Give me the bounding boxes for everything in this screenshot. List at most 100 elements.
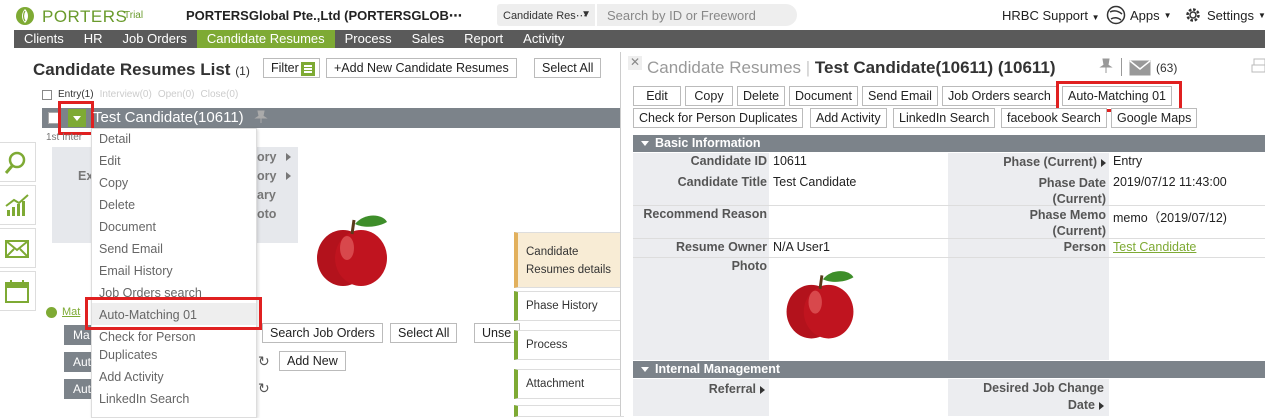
sidebar-search-item[interactable] [0,142,36,182]
nav-candidate-resumes[interactable]: Candidate Resumes [196,30,335,48]
porters-logo-icon [16,7,34,25]
menu-item-check-duplicates-line2[interactable]: Duplicates [99,348,157,362]
menu-item-linkedin-search[interactable]: LinkedIn Search [99,392,189,406]
google-maps-button[interactable]: Google Maps [1111,108,1198,128]
mail-icon[interactable] [1129,60,1151,76]
menu-item-edit[interactable]: Edit [99,154,121,168]
tab-process[interactable]: Process [514,330,624,360]
sidebar-chart-item[interactable] [0,185,36,225]
filter-button[interactable]: Filter [263,58,320,78]
tab-candidate-resumes-details[interactable]: Candidate Resumes details [514,232,624,288]
chevron-down-icon: ▼ [1163,10,1172,20]
menu-item-document[interactable]: Document [99,220,156,234]
delete-button[interactable]: Delete [737,86,786,106]
phase-tab-entry[interactable]: Entry(1) [58,89,94,100]
search-type-select[interactable]: Candidate Res⋯ ▼ [497,4,595,26]
tab-attachment[interactable]: Attachment [514,369,624,399]
apple-photo [786,271,854,339]
edit-button[interactable]: Edit [633,86,681,106]
row-action-menu: Detail Edit Copy Delete Document Send Em… [91,128,257,418]
pin-icon[interactable] [254,110,268,124]
checkbox-icon[interactable] [42,89,52,100]
phase-current-label[interactable]: Phase (Current) [948,155,1106,169]
internal-management-section[interactable]: Internal Management [633,361,1265,378]
menu-item-check-duplicates[interactable]: Check for Person [99,330,196,344]
refresh-icon[interactable]: ↻ [258,380,270,397]
menu-item-detail[interactable]: Detail [99,132,131,146]
trial-badge: Trial [124,10,144,21]
caret-right-icon [286,153,291,161]
resume-owner-label: Resume Owner [675,240,767,254]
caret-right-icon [1099,401,1104,410]
match-section-toggle[interactable]: Mat [46,306,80,318]
row-label: Ma [73,328,90,342]
select-all-button-2[interactable]: Select All [390,323,458,343]
sidebar-calendar-item[interactable] [0,271,36,311]
desired-job-change-label[interactable]: Desired Job Change Date [948,380,1104,414]
nav-activity[interactable]: Activity [513,30,574,48]
menu-item-add-activity[interactable]: Add Activity [99,370,164,384]
menu-item-email-history[interactable]: Email History [99,264,173,278]
phase-tabs: Entry(1) Interview(0) Open(0) Close(0) [42,89,238,100]
phase-tab-interview[interactable]: Interview(0) [100,89,152,100]
settings-menu[interactable]: Settings ▼ [1183,5,1265,25]
phase-date-value: 2019/07/12 11:43:00 [1113,175,1227,189]
candidate-name-link[interactable]: Test Candidate(10611) [93,109,244,126]
nav-job-orders[interactable]: Job Orders [113,30,197,48]
phase-date-label: Phase Date (Current) [948,175,1106,207]
apps-menu[interactable]: Apps ▼ [1106,5,1172,25]
menu-item-send-email[interactable]: Send Email [99,242,163,256]
phase-date-label-line1: Phase Date [1038,176,1106,190]
nav-report[interactable]: Report [454,30,513,48]
person-link[interactable]: Test Candidate [1113,240,1196,254]
check-duplicates-button[interactable]: Check for Person Duplicates [633,108,804,128]
nav-hr[interactable]: HR [74,30,113,48]
phase-tab-close[interactable]: Close(0) [201,89,239,100]
nav-clients[interactable]: Clients [14,30,74,48]
add-new-candidate-resumes-button[interactable]: +Add New Candidate Resumes [326,58,517,78]
mail-icon [5,240,29,258]
menu-item-copy[interactable]: Copy [99,176,128,190]
basic-information-section[interactable]: Basic Information [633,135,1265,152]
panel-title-prefix: Candidate Resumes [647,58,802,77]
resume-owner-value: N/A User1 [773,240,830,254]
copy-button[interactable]: Copy [685,86,733,106]
search-job-orders-button[interactable]: Search Job Orders [262,323,383,343]
phase-memo-value: memo（2019/07/12) [1113,211,1227,225]
linkedin-search-button[interactable]: LinkedIn Search [893,108,996,128]
row-label: Aut [73,382,92,396]
send-email-button[interactable]: Send Email [862,86,938,106]
sidebar-mail-item[interactable] [0,228,36,268]
search-input[interactable] [597,4,797,26]
close-icon[interactable]: ✕ [628,56,642,70]
hrbc-support-menu[interactable]: HRBC Support ▼ [1002,8,1100,23]
refresh-icon[interactable]: ↻ [258,353,270,370]
tab-more[interactable] [514,405,624,417]
select-all-button[interactable]: Select All [534,58,602,78]
candidate-id-value: 10611 [773,154,807,168]
caret-right-icon [1101,158,1106,167]
phase-date-label-line2: (Current) [1052,192,1106,206]
menu-item-delete[interactable]: Delete [99,198,135,212]
person-label: Person [1063,240,1106,254]
highlight-box [85,297,262,330]
globe-icon [1106,5,1126,25]
app-logo-text[interactable]: PORTERS [42,7,127,27]
referral-label[interactable]: Referral [633,382,765,396]
phase-tab-open[interactable]: Open(0) [158,89,195,100]
nav-process[interactable]: Process [335,30,402,48]
company-name[interactable]: PORTERSGlobal Pte.,Ltd (PORTERSGLOB⋯ [186,8,462,24]
document-button[interactable]: Document [789,86,858,106]
facebook-search-button[interactable]: facebook Search [1001,108,1107,128]
chevron-down-circle-icon [46,306,57,318]
add-activity-button[interactable]: Add Activity [810,108,887,128]
job-orders-search-button[interactable]: Job Orders search [942,86,1057,106]
pin-icon[interactable] [1098,58,1114,74]
referral-label-text: Referral [708,382,756,396]
print-icon[interactable] [1251,58,1265,76]
add-new-button[interactable]: Add New [279,351,346,371]
photo-label: Photo [731,259,767,273]
page-title: Candidate Resumes List (1) [33,60,250,80]
tab-phase-history[interactable]: Phase History [514,291,624,321]
nav-sales[interactable]: Sales [402,30,455,48]
